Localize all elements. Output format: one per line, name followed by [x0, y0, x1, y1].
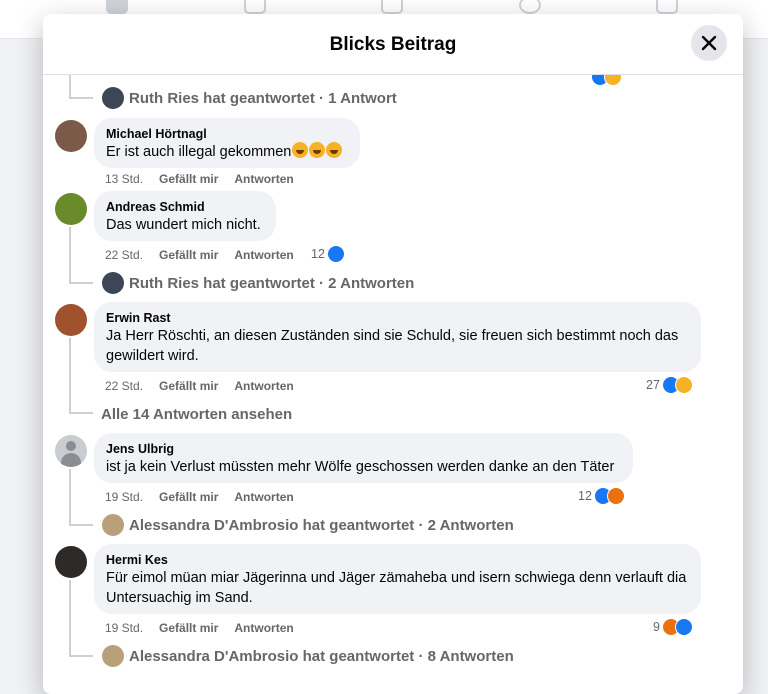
avatar[interactable] — [55, 120, 87, 152]
comment-actions: 22 Std. Gefällt mir Antworten — [105, 248, 310, 262]
view-replies-link[interactable]: Ruth Ries hat geantwortet · 2 Antworten — [129, 275, 414, 292]
comment-actions: 22 Std. Gefällt mir Antworten — [105, 379, 310, 393]
avatar — [102, 514, 124, 536]
comment-text: Für eimol müan miar Jägerinna und Jäger … — [106, 570, 687, 606]
avatar[interactable] — [55, 435, 87, 467]
comment-author[interactable]: Jens Ulbrig — [106, 441, 621, 457]
reaction-count-text: 12 — [578, 489, 592, 503]
comment-bubble: Hermi Kes Für eimol müan miar Jägerinna … — [94, 544, 701, 614]
thread-line — [69, 282, 93, 284]
reaction-count[interactable]: 12 — [578, 486, 625, 506]
thread-line — [69, 469, 71, 525]
comment-bubble: Erwin Rast Ja Herr Röschti, an diesen Zu… — [94, 302, 701, 372]
avatar[interactable] — [55, 193, 87, 225]
comment-bubble: Jens Ulbrig ist ja kein Verlust müssten … — [94, 433, 633, 483]
comment-bubble: Andreas Schmid Das wundert mich nicht. — [94, 191, 276, 241]
avatar[interactable] — [55, 546, 87, 578]
close-icon — [701, 35, 717, 51]
comments-list: Ruth Ries hat geantwortet · 1 Antwort Mi… — [43, 14, 743, 694]
post-dialog: Ruth Ries hat geantwortet · 1 Antwort Mi… — [43, 14, 743, 694]
avatar — [102, 645, 124, 667]
dialog-title: Blicks Beitrag — [329, 34, 457, 55]
dialog-header: Blicks Beitrag — [43, 14, 743, 75]
comment-text: Er ist auch illegal gekommen — [106, 144, 292, 160]
reply-button[interactable]: Antworten — [234, 621, 293, 635]
reply-button[interactable]: Antworten — [234, 490, 293, 504]
reaction-count[interactable]: 9 — [653, 617, 693, 637]
view-replies-link[interactable]: Ruth Ries hat geantwortet · 1 Antwort — [129, 90, 397, 107]
close-button[interactable] — [691, 25, 727, 61]
comment-actions: 19 Std. Gefällt mir Antworten — [105, 490, 310, 504]
comment-text: Das wundert mich nicht. — [106, 217, 261, 233]
comment-author[interactable]: Michael Hörtnagl — [106, 126, 348, 142]
like-reaction-icon — [326, 245, 345, 263]
avatar — [102, 272, 124, 294]
marketplace-icon[interactable] — [381, 0, 403, 14]
gaming-icon[interactable] — [656, 0, 678, 14]
reaction-count-text: 9 — [653, 620, 660, 634]
groups-icon[interactable] — [519, 0, 541, 14]
home-icon[interactable] — [106, 0, 128, 14]
comment-text: ist ja kein Verlust müssten mehr Wölfe g… — [106, 459, 615, 475]
reply-button[interactable]: Antworten — [234, 248, 293, 262]
reaction-count[interactable]: 12 — [311, 244, 345, 264]
haha-reaction-icon — [674, 376, 693, 394]
watch-icon[interactable] — [244, 0, 266, 14]
view-replies-link[interactable]: Alessandra D'Ambrosio hat geantwortet · … — [129, 517, 514, 534]
thread-line — [69, 227, 71, 283]
thread-line — [69, 655, 93, 657]
laughing-emoji-icon — [292, 142, 309, 158]
comment-time[interactable]: 22 Std. — [105, 248, 143, 262]
comment-author[interactable]: Hermi Kes — [106, 552, 689, 568]
thread-line — [69, 338, 71, 414]
thread-line — [69, 412, 93, 414]
comment-time[interactable]: 22 Std. — [105, 379, 143, 393]
thread-line — [69, 524, 93, 526]
comment-author[interactable]: Erwin Rast — [106, 310, 689, 326]
view-replies-link[interactable]: Alessandra D'Ambrosio hat geantwortet · … — [129, 648, 514, 665]
view-all-replies-link[interactable]: Alle 14 Antworten ansehen — [101, 406, 292, 423]
thread-line — [69, 580, 71, 656]
like-button[interactable]: Gefällt mir — [159, 621, 218, 635]
reaction-count-text: 12 — [311, 247, 325, 261]
like-button[interactable]: Gefällt mir — [159, 248, 218, 262]
like-reaction-icon — [674, 618, 693, 636]
like-button[interactable]: Gefällt mir — [159, 379, 218, 393]
reaction-count[interactable]: 27 — [646, 375, 693, 395]
comment-text: Ja Herr Röschti, an diesen Zuständen sin… — [106, 328, 679, 364]
like-button[interactable]: Gefällt mir — [159, 172, 218, 186]
comment-actions: 13 Std. Gefällt mir Antworten — [105, 172, 310, 186]
comment-actions: 19 Std. Gefällt mir Antworten — [105, 621, 310, 635]
angry-reaction-icon — [606, 487, 625, 505]
avatar — [102, 87, 124, 109]
thread-line — [69, 74, 71, 99]
comment-time[interactable]: 13 Std. — [105, 172, 143, 186]
avatar[interactable] — [55, 304, 87, 336]
reply-button[interactable]: Antworten — [234, 379, 293, 393]
laughing-emoji-icon — [326, 142, 343, 158]
comment-bubble: Michael Hörtnagl Er ist auch illegal gek… — [94, 118, 360, 168]
comment-time[interactable]: 19 Std. — [105, 621, 143, 635]
thread-line — [69, 97, 93, 99]
reaction-count-text: 27 — [646, 378, 660, 392]
like-button[interactable]: Gefällt mir — [159, 490, 218, 504]
comment-time[interactable]: 19 Std. — [105, 490, 143, 504]
laughing-emoji-icon — [309, 142, 326, 158]
reply-button[interactable]: Antworten — [234, 172, 293, 186]
comment-author[interactable]: Andreas Schmid — [106, 199, 264, 215]
